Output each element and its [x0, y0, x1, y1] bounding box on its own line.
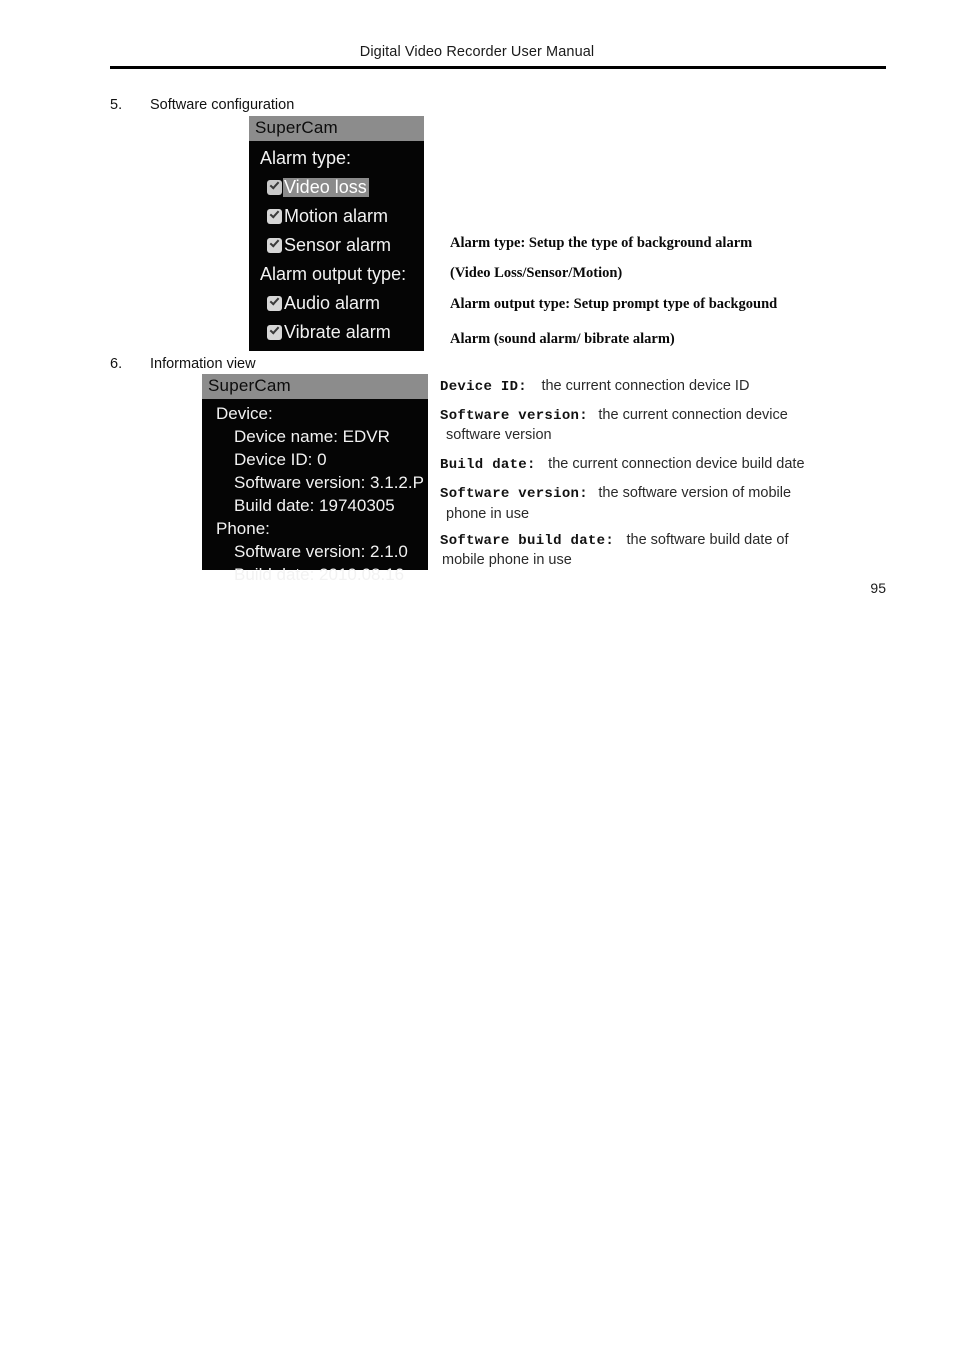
annotation-phone-software-version-cont: phone in use — [446, 506, 530, 522]
section-number: 5. — [110, 97, 123, 113]
annotation-device-software-version: Software version: the current connection… — [440, 406, 788, 424]
info-row-device-build-date: Build date: 19740305 — [202, 494, 428, 517]
info-group-phone-label: Phone: — [216, 518, 270, 538]
annotation-device-software-version-desc: the current connection device — [598, 407, 788, 423]
page-running-header: Digital Video Recorder User Manual — [359, 44, 595, 60]
checkbox-checked-icon[interactable] — [267, 208, 282, 224]
annotation-build-date: Build date: the current connection devic… — [440, 455, 805, 473]
info-row-device-build-date-label: Build date: 19740305 — [234, 495, 395, 515]
checkbox-label-audio-alarm: Audio alarm — [284, 292, 381, 313]
annotation-phone-software-version: Software version: the software version o… — [440, 484, 791, 502]
annotation-device-software-version-label: Software version: — [440, 408, 588, 424]
alarm-panel-body: Alarm type: Video loss Motion alarm Sens… — [249, 141, 424, 347]
section-title: Information view — [150, 356, 256, 372]
info-row-device-software-version-label: Software version: 3.1.2.P — [234, 472, 424, 492]
checkbox-row-motion-alarm[interactable]: Motion alarm — [249, 202, 424, 231]
annotation-alarm-output-type: Alarm output type: Setup prompt type of … — [450, 296, 778, 312]
annotation-device-software-version-cont: software version — [446, 427, 552, 443]
info-row-device-name: Device name: EDVR — [202, 425, 428, 448]
checkbox-row-video-loss[interactable]: Video loss — [249, 173, 424, 202]
alarm-type-heading-label: Alarm type: — [260, 147, 352, 168]
info-row-device-id-label: Device ID: 0 — [234, 449, 327, 469]
info-group-phone: Phone: — [202, 517, 428, 540]
info-row-phone-software-version: Software version: 2.1.0 — [202, 540, 428, 563]
alarm-configuration-panel: SuperCam Alarm type: Video loss Motion a… — [249, 116, 424, 351]
checkbox-checked-icon[interactable] — [267, 179, 282, 195]
checkbox-checked-icon[interactable] — [267, 295, 282, 311]
section-item-software-configuration: 5. Software configuration — [110, 97, 294, 113]
annotation-device-id-label: Device ID: — [440, 379, 528, 395]
info-panel-body: Device: Device name: EDVR Device ID: 0 S… — [202, 399, 428, 586]
checkbox-checked-icon[interactable] — [267, 324, 282, 340]
annotation-software-build-date-cont: mobile phone in use — [442, 552, 572, 568]
info-group-device: Device: — [202, 402, 428, 425]
annotation-alarm-output-values: Alarm (sound alarm/ bibrate alarm) — [450, 331, 675, 347]
annotation-phone-software-version-label: Software version: — [440, 486, 588, 502]
info-row-device-name-label: Device name: EDVR — [234, 426, 390, 446]
annotation-phone-software-version-desc: the software version of mobile — [598, 485, 792, 501]
checkbox-label-motion-alarm: Motion alarm — [284, 205, 389, 226]
checkbox-label-vibrate-alarm: Vibrate alarm — [284, 321, 391, 342]
annotation-software-build-date-desc: the software build date of — [626, 532, 789, 548]
checkbox-row-audio-alarm[interactable]: Audio alarm — [249, 289, 424, 318]
info-panel-title-bar: SuperCam — [202, 374, 428, 399]
header-divider-rule — [110, 66, 886, 69]
section-item-information-view: 6. Information view — [110, 356, 256, 372]
checkbox-checked-icon[interactable] — [267, 237, 282, 253]
section-number: 6. — [110, 356, 123, 372]
checkbox-row-sensor-alarm[interactable]: Sensor alarm — [249, 231, 424, 260]
annotation-alarm-type-values: (Video Loss/Sensor/Motion) — [450, 265, 623, 281]
info-group-device-label: Device: — [216, 403, 273, 423]
alarm-panel-title-bar: SuperCam — [249, 116, 424, 141]
checkbox-row-vibrate-alarm[interactable]: Vibrate alarm — [249, 318, 424, 347]
info-row-phone-build-date-label: Build date: 2010.08.16 — [234, 564, 405, 584]
information-view-panel: SuperCam Device: Device name: EDVR Devic… — [202, 374, 428, 583]
info-row-phone-software-version-label: Software version: 2.1.0 — [234, 541, 408, 561]
checkbox-label-sensor-alarm: Sensor alarm — [284, 234, 392, 255]
annotation-device-id: Device ID: the current connection device… — [440, 377, 749, 395]
alarm-output-type-heading-label: Alarm output type: — [260, 263, 407, 284]
alarm-output-type-heading: Alarm output type: — [249, 260, 424, 289]
checkbox-label-video-loss: Video loss — [283, 176, 369, 197]
annotation-alarm-type: Alarm type: Setup the type of background… — [450, 235, 753, 251]
section-title: Software configuration — [150, 97, 295, 113]
annotation-software-build-date-label: Software build date: — [440, 533, 615, 549]
info-row-device-id: Device ID: 0 — [202, 448, 428, 471]
page-number: 95 — [870, 580, 886, 596]
info-row-device-software-version: Software version: 3.1.2.P — [202, 471, 428, 494]
alarm-type-heading: Alarm type: — [249, 144, 424, 173]
annotation-software-build-date: Software build date: the software build … — [440, 531, 789, 549]
annotation-build-date-desc: the current connection device build date — [548, 456, 805, 472]
annotation-build-date-label: Build date: — [440, 457, 536, 473]
info-row-phone-build-date: Build date: 2010.08.16 — [202, 563, 428, 586]
annotation-device-id-desc: the current connection device ID — [541, 378, 750, 394]
